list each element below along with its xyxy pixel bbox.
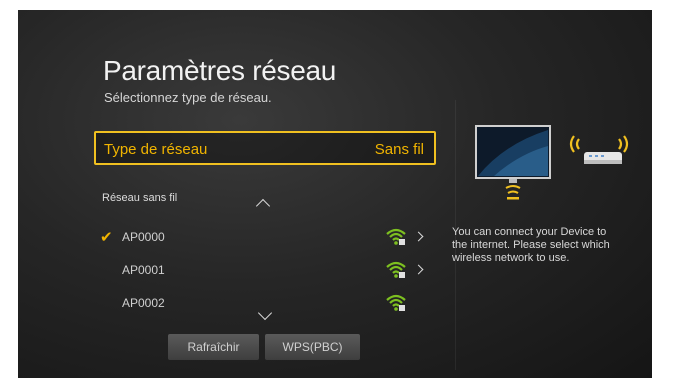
wps-button[interactable]: WPS(PBC) [265,334,360,360]
network-name: AP0000 [122,230,165,244]
chevron-right-icon[interactable] [413,264,424,275]
network-name: AP0001 [122,263,165,277]
wifi-signal-icon [386,228,406,245]
wifi-signal-icon [386,294,406,311]
wireless-section-label: Réseau sans fil [102,192,178,204]
wifi-signal-icon [386,261,406,278]
network-item-ap0001[interactable]: AP0001 [94,255,436,285]
network-type-selector[interactable]: Type de réseau Sans fil [94,131,436,165]
checkmark-icon: ✔ [100,229,113,246]
info-text: You can connect your Device to the inter… [452,226,610,264]
tv-screen: Paramètres réseau Sélectionnez type de r… [18,10,652,378]
network-type-value: Sans fil [374,141,424,158]
network-type-label: Type de réseau [104,141,208,158]
refresh-button[interactable]: Rafraîchir [168,334,259,360]
network-name: AP0002 [122,296,165,310]
chevron-right-icon[interactable] [413,231,424,242]
page-subtitle: Sélectionnez type de réseau. [104,90,272,105]
network-item-ap0000[interactable]: ✔ AP0000 [94,222,436,252]
tv-router-illustration-icon [475,125,629,200]
page-title: Paramètres réseau [103,55,337,86]
scroll-up-icon[interactable] [255,198,271,214]
